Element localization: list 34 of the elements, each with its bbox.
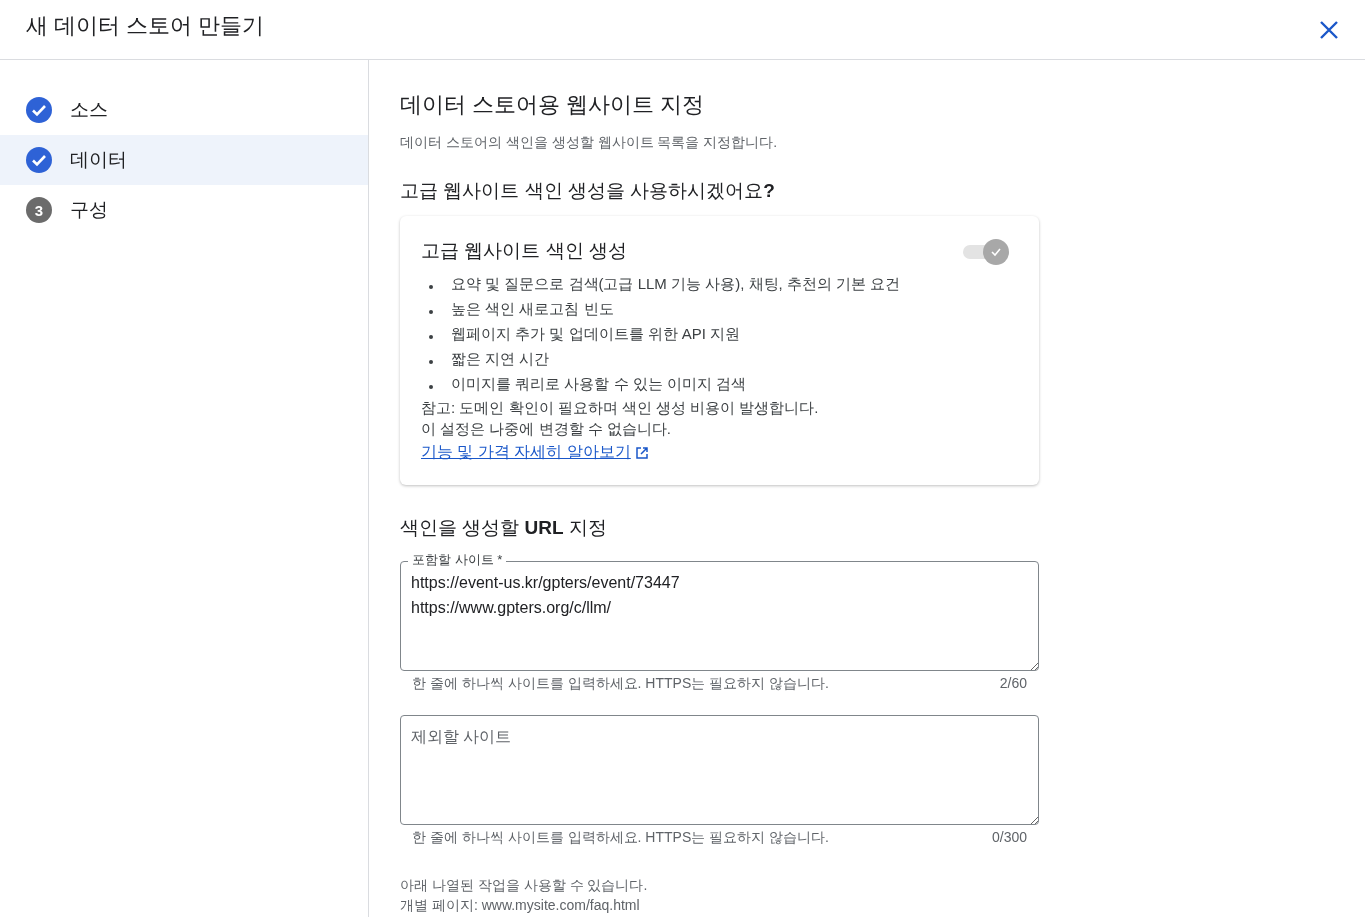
site-input-field[interactable]: 포함할 사이트 * https://event-us.kr/gpters/event/73447 https://www.gpters.org/c/llm/: [400, 552, 1039, 671]
character-count: 2/60: [999, 675, 1027, 693]
step-label: 소스: [70, 98, 108, 122]
feature-item: 요약 및 질문으로 검색(고급 LLM 기능 사용), 채팅, 추천의 기본 요건: [451, 275, 901, 294]
feature-item: 웹페이지 추가 및 업데이트를 위한 API 지원: [451, 325, 741, 344]
dialog-title: 새 데이터 스토어 만들기: [26, 11, 265, 40]
section-description: 데이터 스토어의 색인을 생성할 웹사이트 목록을 지정합니다.: [400, 134, 779, 152]
step-number: 3: [26, 197, 52, 223]
external-link-icon: [634, 445, 649, 460]
step-item[interactable]: 3 구성: [0, 185, 368, 235]
step-label: 구성: [70, 198, 108, 222]
section-heading: 데이터 스토어용 웹사이트 지정: [400, 91, 706, 119]
step-label: 데이터: [70, 148, 127, 172]
field-label: 포함할 사이트 *: [408, 552, 507, 568]
feature-item: 높은 색인 새로고침 빈도: [451, 300, 614, 319]
question-heading: 고급 웹사이트 색인 생성을 사용하시겠어요?: [400, 179, 776, 203]
field-hint: 한 줄에 하나씩 사이트를 입력하세요. HTTPS는 필요하지 않습니다.: [412, 829, 829, 847]
feature-item: 이미지를 쿼리로 사용할 수 있는 이미지 검색: [451, 375, 746, 394]
info-text: 아래 나열된 작업을 사용할 수 있습니다.: [400, 876, 649, 895]
site-input-field[interactable]: 제외할 사이트: [400, 715, 1039, 825]
check-circle-icon: [26, 147, 52, 173]
learn-more-link[interactable]: 기능 및 가격 자세히 알아보기: [421, 442, 649, 463]
note-text: 참고: 도메인 확인이 필요하며 색인 생성 비용이 발생합니다.: [421, 398, 820, 418]
close-icon: [1319, 19, 1339, 40]
step-item[interactable]: 데이터: [0, 135, 368, 185]
character-count: 0/300: [991, 829, 1027, 847]
card-title: 고급 웹사이트 색인 생성: [421, 239, 627, 263]
check-circle-icon: [26, 97, 52, 123]
feature-item: 짧은 지연 시간: [451, 350, 550, 369]
field-hint: 한 줄에 하나씩 사이트를 입력하세요. HTTPS는 필요하지 않습니다.: [412, 675, 829, 693]
info-text: 개별 페이지: www.mysite.com/faq.html: [400, 896, 641, 915]
note-text: 이 설정은 나중에 변경할 수 없습니다.: [421, 419, 672, 439]
url-heading: 색인을 생성할 URL 지정: [400, 516, 608, 540]
step-item[interactable]: 소스: [0, 85, 368, 135]
